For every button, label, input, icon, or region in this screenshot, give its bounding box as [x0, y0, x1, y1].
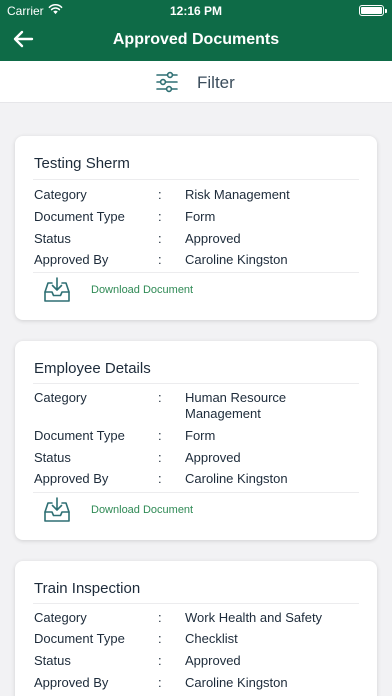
download-tray-icon: [44, 277, 70, 302]
separator: :: [158, 471, 162, 486]
approved-by-value: Caroline Kingston: [185, 471, 288, 486]
document-card: Train Inspection Category : Work Health …: [15, 561, 377, 696]
separator: :: [158, 231, 162, 246]
separator: :: [158, 209, 162, 224]
download-document-button[interactable]: Download Document: [43, 276, 223, 306]
document-title: Employee Details: [34, 360, 151, 377]
document-card: Employee Details Category : Human Resour…: [15, 341, 377, 540]
sliders-icon: [156, 71, 178, 93]
download-label: Download Document: [91, 284, 194, 296]
status-label: Status: [34, 231, 71, 246]
divider: [33, 179, 359, 180]
separator: :: [158, 428, 162, 443]
download-tray-icon: [44, 497, 70, 522]
category-label: Category: [34, 187, 87, 202]
separator: :: [158, 675, 162, 690]
document-type-label: Document Type: [34, 209, 125, 224]
divider: [33, 603, 359, 604]
separator: :: [158, 252, 162, 267]
status-value: Approved: [185, 653, 241, 668]
status-label: Status: [34, 450, 71, 465]
separator: :: [158, 187, 162, 202]
filter-label: Filter: [197, 73, 235, 92]
status-bar: Carrier 12:16 PM: [0, 0, 392, 20]
separator: :: [158, 450, 162, 465]
battery-icon: [359, 5, 387, 16]
document-title: Testing Sherm: [34, 155, 130, 172]
clock: 12:16 PM: [169, 4, 223, 18]
document-card: Testing Sherm Category : Risk Management…: [15, 136, 377, 320]
approved-by-value: Caroline Kingston: [185, 675, 288, 690]
approved-by-label: Approved By: [34, 471, 109, 486]
category-label: Category: [34, 610, 87, 625]
separator: :: [158, 610, 162, 625]
filter-button[interactable]: Filter: [0, 61, 392, 103]
separator: :: [158, 653, 162, 668]
category-label: Category: [34, 390, 87, 405]
separator: :: [158, 390, 162, 405]
download-label: Download Document: [91, 504, 194, 516]
category-value: Human Resource Management: [185, 390, 287, 421]
approved-by-value: Caroline Kingston: [185, 252, 288, 267]
document-type-label: Document Type: [34, 428, 125, 443]
approved-by-label: Approved By: [34, 252, 109, 267]
category-value: Risk Management: [185, 187, 290, 202]
nav-bar: Approved Documents: [0, 20, 392, 61]
document-title: Train Inspection: [34, 580, 141, 597]
download-document-button[interactable]: Download Document: [43, 496, 223, 526]
document-type-value: Form: [185, 209, 216, 224]
status-label: Status: [34, 653, 71, 668]
divider: [33, 272, 359, 273]
document-type-value: Form: [185, 428, 216, 443]
status-value: Approved: [185, 231, 241, 246]
approved-by-label: Approved By: [34, 675, 109, 690]
page-title: Approved Documents: [112, 31, 280, 48]
document-type-label: Document Type: [34, 631, 125, 646]
status-value: Approved: [185, 450, 241, 465]
divider: [33, 383, 359, 384]
document-type-value: Checklist: [185, 631, 238, 646]
divider: [33, 492, 359, 493]
category-value: Work Health and Safety: [185, 610, 323, 625]
separator: :: [158, 631, 162, 646]
